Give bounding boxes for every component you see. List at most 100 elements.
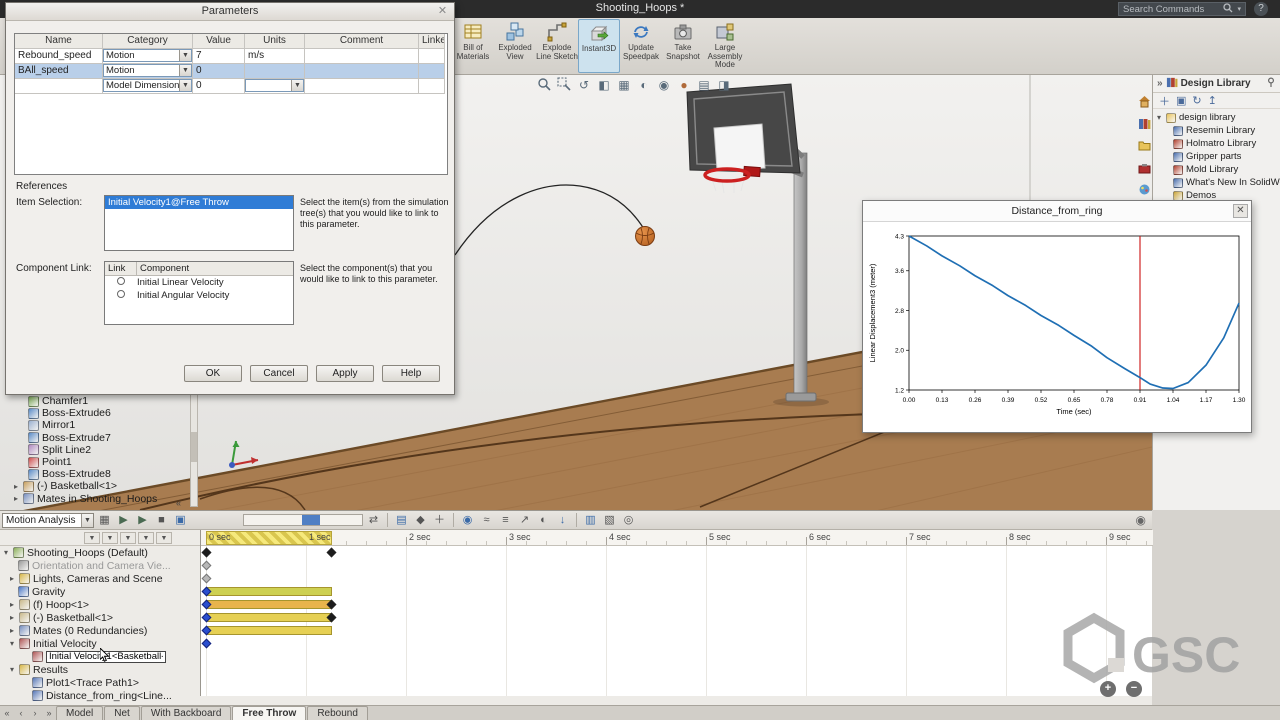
units-cell[interactable]: m/s (245, 49, 305, 64)
plot-window[interactable]: Distance_from_ring ✕ 0.00 0.13 0.26 0.39 0.5… (862, 200, 1252, 433)
library-gripper[interactable]: Gripper parts (1157, 150, 1280, 163)
feature-chamfer1[interactable]: Chamfer1 (4, 395, 194, 407)
ok-button[interactable]: OK (184, 365, 242, 382)
file-explorer-tab[interactable] (1138, 139, 1151, 155)
motion-distance-plot[interactable]: Distance_from_ring<Line... (0, 689, 200, 702)
spring-icon[interactable]: ≈ (478, 512, 495, 528)
display-style-icon[interactable]: ◐ (636, 77, 652, 93)
apply-scene-icon[interactable]: ▤ (696, 77, 712, 93)
tab-scroll-last-icon[interactable]: » (42, 707, 56, 720)
chevron-down-icon[interactable]: ▼ (179, 50, 191, 61)
comment-cell[interactable] (305, 49, 419, 64)
category-dropdown[interactable]: Model Dimension ▼ (103, 79, 192, 92)
chevron-down-icon[interactable]: ▼ (179, 80, 191, 91)
timeline-ruler[interactable]: 0 sec 1 sec 2 sec 3 sec 4 sec 5 sec 6 se… (201, 530, 1153, 546)
dialog-title-bar[interactable]: Parameters ✕ (6, 3, 454, 21)
pin-icon[interactable] (1266, 77, 1276, 90)
up-one-level-icon[interactable]: ↥ (1208, 94, 1217, 107)
playback-mode-icon[interactable]: ⇄ (365, 512, 382, 528)
feature-tree-collapse-icon[interactable]: « (176, 498, 181, 508)
expand-icon[interactable]: ▾ (10, 665, 19, 674)
results-and-plots-icon[interactable]: ▥ (582, 512, 599, 528)
close-icon[interactable]: ✕ (1233, 204, 1248, 218)
timebar-zoom-strip[interactable] (243, 514, 363, 526)
feature-tree-scrollbar[interactable] (190, 391, 198, 507)
take-snapshot-button[interactable]: Take Snapshot (662, 19, 704, 73)
motion-assembly-root[interactable]: ▾ Shooting_Hoops (Default) (0, 546, 200, 559)
section-view-icon[interactable]: ◧ (596, 77, 612, 93)
bill-of-materials-button[interactable]: Bill of Materials (452, 19, 494, 73)
hoop-timeline-bar[interactable] (206, 600, 332, 609)
selected-item[interactable]: Initial Velocity1@Free Throw (105, 196, 293, 209)
plot-window-title-bar[interactable]: Distance_from_ring ✕ (863, 201, 1251, 222)
zoom-in-icon[interactable]: + (1100, 681, 1116, 697)
help-icon[interactable]: ? (1254, 2, 1268, 16)
category-dropdown[interactable]: Motion ▼ (103, 64, 192, 77)
design-library-tab[interactable] (1138, 117, 1151, 133)
feature-boss-extrude7[interactable]: Boss-Extrude7 (4, 432, 194, 444)
collapse-motion-manager-icon[interactable]: ◉ (1136, 513, 1146, 527)
gravity-icon[interactable]: ↓ (554, 512, 571, 528)
auto-key-icon[interactable]: ◆ (412, 512, 429, 528)
save-animation-icon[interactable]: ▣ (172, 512, 189, 528)
chevron-right-icon[interactable]: » (1157, 78, 1163, 89)
library-root[interactable]: ▾ design library (1157, 111, 1280, 124)
filter-animated-icon[interactable]: ▼ (84, 531, 100, 544)
tab-scroll-left-icon[interactable]: ‹ (14, 707, 28, 720)
expand-icon[interactable]: ▸ (10, 600, 19, 609)
tab-rebound[interactable]: Rebound (307, 706, 368, 720)
animation-wizard-icon[interactable]: ▤ (393, 512, 410, 528)
radio-button[interactable] (117, 277, 125, 285)
linked-cell[interactable] (419, 79, 445, 94)
chevron-down-icon[interactable]: ▼ (179, 65, 191, 76)
play-icon[interactable]: ▶ (134, 512, 151, 528)
motion-orientation-cameras[interactable]: Orientation and Camera Vie... (0, 559, 200, 572)
search-dropdown-icon[interactable]: ▾ (1237, 5, 1241, 13)
motion-results-folder[interactable]: ▾ Results (0, 663, 200, 676)
chevron-down-icon[interactable]: ▼ (291, 80, 303, 91)
feature-boss-extrude6[interactable]: Boss-Extrude6 (4, 407, 194, 419)
feature-basketball-component[interactable]: ▸ (-) Basketball<1> (4, 480, 194, 492)
motion-study-properties-icon[interactable]: ▧ (601, 512, 618, 528)
units-dropdown[interactable]: ▼ (245, 79, 304, 92)
resources-tab[interactable] (1138, 95, 1151, 111)
feature-point1[interactable]: Point1 (4, 456, 194, 468)
tab-net[interactable]: Net (104, 706, 140, 720)
contact-icon[interactable]: ◐ (535, 512, 552, 528)
motor-icon[interactable]: ◉ (459, 512, 476, 528)
key-point[interactable] (201, 573, 212, 584)
comment-cell[interactable] (305, 64, 419, 79)
chevron-down-icon[interactable]: ▼ (81, 513, 93, 527)
motion-gravity[interactable]: Gravity (0, 585, 200, 598)
expand-icon[interactable]: ▸ (10, 613, 19, 622)
update-speedpak-button[interactable]: Update Speedpak (620, 19, 662, 73)
tab-model[interactable]: Model (56, 706, 104, 720)
name-cell[interactable]: Rebound_speed (15, 49, 103, 64)
motion-plot1[interactable]: Plot1<Trace Path1> (0, 676, 200, 689)
view-settings-icon[interactable]: ◨ (716, 77, 732, 93)
table-row-selected[interactable]: BAll_speed Motion ▼ 0 (15, 64, 447, 79)
feature-boss-extrude8[interactable]: Boss-Extrude8 (4, 468, 194, 480)
filter-driving-icon[interactable]: ▼ (102, 531, 118, 544)
hide-show-items-icon[interactable]: ◉ (656, 77, 672, 93)
motion-basketball-component[interactable]: ▸ (-) Basketball<1> (0, 611, 200, 624)
exploded-view-button[interactable]: Exploded View (494, 19, 536, 73)
value-cell[interactable]: 0 (193, 64, 245, 79)
large-assembly-mode-button[interactable]: Large Assembly Mode (704, 19, 746, 73)
damper-icon[interactable]: ≡ (497, 512, 514, 528)
filter-results-icon[interactable]: ▼ (138, 531, 154, 544)
library-mold[interactable]: Mold Library (1157, 163, 1280, 176)
units-cell[interactable] (245, 64, 305, 79)
gravity-timeline-bar[interactable] (206, 587, 332, 596)
table-row[interactable]: Model Dimension ▼ 0 ▼ (15, 79, 447, 94)
add-to-library-icon[interactable]: ＋ (1159, 93, 1170, 109)
stop-icon[interactable]: ■ (153, 512, 170, 528)
expand-icon[interactable]: ▸ (14, 494, 23, 503)
zoom-area-icon[interactable] (556, 77, 572, 93)
expand-icon[interactable]: ▸ (10, 574, 19, 583)
scrollbar-thumb[interactable] (191, 432, 197, 462)
hoop-pole[interactable] (793, 152, 808, 399)
filter-selected-icon[interactable]: ▼ (120, 531, 136, 544)
basketball-timeline-bar[interactable] (206, 613, 332, 622)
radio-button[interactable] (117, 290, 125, 298)
